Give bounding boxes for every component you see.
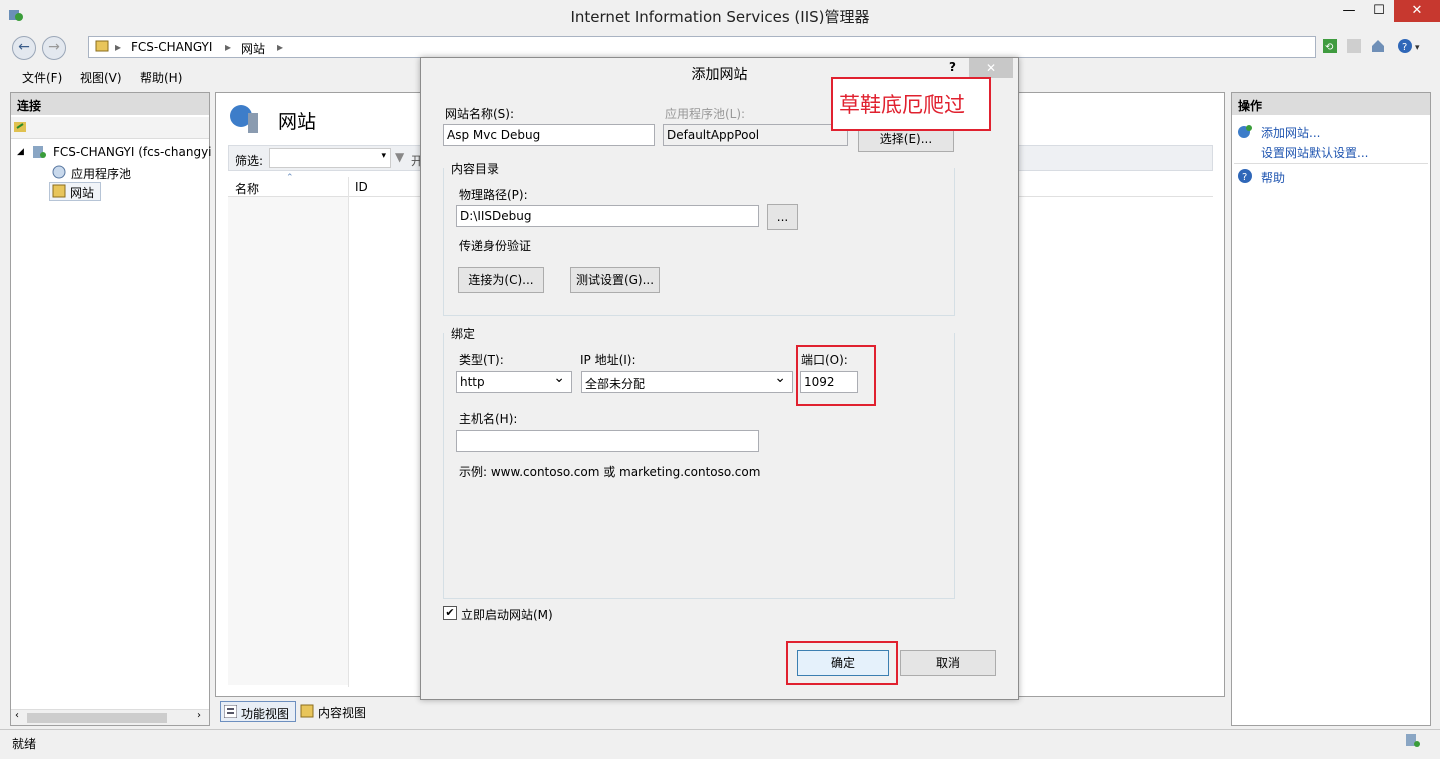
tab-content-view-label: 内容视图 bbox=[318, 706, 367, 720]
actions-panel: 操作 添加网站... 设置网站默认设置... ? 帮助 bbox=[1231, 92, 1431, 726]
sites-table-body bbox=[228, 197, 348, 685]
help-dropdown-icon[interactable]: ? ▾ bbox=[1396, 37, 1424, 58]
app-pool-field: DefaultAppPool bbox=[663, 124, 848, 146]
column-name[interactable]: 名称 bbox=[235, 180, 259, 197]
breadcrumb-separator-icon: ▸ bbox=[115, 40, 122, 54]
tree-item-app-pools[interactable]: 应用程序池 bbox=[71, 165, 131, 182]
dialog-help-button[interactable]: ? bbox=[949, 60, 956, 74]
connections-header: 连接 bbox=[11, 93, 209, 115]
connections-toolbar bbox=[11, 117, 209, 139]
sort-asc-icon: ⌃ bbox=[286, 173, 294, 183]
port-input[interactable]: 1092 bbox=[800, 371, 858, 393]
tree-expand-icon[interactable]: ◢ bbox=[17, 147, 24, 157]
start-now-checkbox[interactable]: ✔ bbox=[443, 606, 457, 620]
maximize-button[interactable]: ☐ bbox=[1364, 0, 1394, 22]
stop-icon[interactable] bbox=[1346, 38, 1362, 57]
dialog-close-button[interactable]: ✕ bbox=[969, 58, 1013, 78]
binding-type-label: 类型(T): bbox=[459, 353, 504, 367]
annotation-box: 草鞋底厄爬过 bbox=[831, 77, 991, 131]
help-icon: ? bbox=[1237, 168, 1253, 187]
host-name-label: 主机名(H): bbox=[459, 412, 518, 426]
tab-features-view[interactable]: 功能视图 bbox=[220, 701, 296, 722]
actions-divider bbox=[1234, 163, 1428, 164]
breadcrumb-item-sites[interactable]: 网站 bbox=[241, 40, 265, 57]
scrollbar-thumb[interactable] bbox=[27, 713, 167, 723]
binding-type-select[interactable]: http bbox=[456, 370, 572, 393]
server-icon bbox=[31, 144, 47, 163]
status-server-icon bbox=[1404, 733, 1422, 752]
physical-path-label: 物理路径(P): bbox=[459, 188, 528, 202]
add-site-dialog: 添加网站 ? ✕ 网站名称(S): Asp Mvc Debug 应用程序池(L)… bbox=[420, 57, 1019, 700]
ok-button[interactable]: 确定 bbox=[797, 650, 889, 676]
sites-icon bbox=[52, 184, 66, 201]
action-help[interactable]: 帮助 bbox=[1261, 169, 1285, 186]
minimize-button[interactable]: — bbox=[1334, 0, 1364, 22]
content-view-icon bbox=[300, 704, 314, 721]
app-pool-icon bbox=[51, 164, 67, 183]
close-button[interactable]: ✕ bbox=[1394, 0, 1440, 22]
host-name-input[interactable] bbox=[456, 430, 759, 452]
action-add-site[interactable]: 添加网站... bbox=[1261, 124, 1320, 141]
status-bar: 就绪 bbox=[0, 729, 1440, 759]
annotation-text: 草鞋底厄爬过 bbox=[839, 93, 965, 117]
pass-through-auth-label: 传递身份验证 bbox=[459, 239, 532, 253]
action-site-defaults[interactable]: 设置网站默认设置... bbox=[1261, 144, 1368, 161]
filter-dropdown-icon[interactable]: ▾ bbox=[381, 151, 386, 161]
title-bar: Internet Information Services (IIS)管理器 —… bbox=[0, 0, 1440, 32]
server-icon bbox=[95, 39, 109, 56]
ip-address-select[interactable]: 全部未分配 bbox=[581, 370, 793, 393]
connections-panel: 连接 ◢ FCS-CHANGYI (fcs-changyi 应用程序池 网站 ‹… bbox=[10, 92, 212, 726]
browse-path-button[interactable]: ... bbox=[767, 204, 798, 230]
site-name-input[interactable]: Asp Mvc Debug bbox=[443, 124, 655, 146]
breadcrumb-item-server[interactable]: FCS-CHANGYI bbox=[131, 40, 212, 54]
svg-text:▾: ▾ bbox=[1415, 43, 1420, 53]
window-title: Internet Information Services (IIS)管理器 bbox=[570, 8, 870, 26]
test-settings-button[interactable]: 测试设置(G)... bbox=[570, 267, 660, 293]
tab-content-view[interactable]: 内容视图 bbox=[299, 701, 371, 722]
page-title: 网站 bbox=[278, 111, 317, 133]
tree-item-sites-label: 网站 bbox=[70, 186, 95, 200]
actions-header: 操作 bbox=[1232, 93, 1430, 115]
port-label: 端口(O): bbox=[801, 353, 848, 367]
scroll-right-icon[interactable]: › bbox=[197, 710, 201, 721]
sites-globe-icon bbox=[228, 103, 260, 138]
svg-text:?: ? bbox=[1242, 172, 1247, 183]
column-divider bbox=[348, 177, 349, 687]
filter-input[interactable]: ▾ bbox=[269, 148, 391, 168]
tree-item-server[interactable]: FCS-CHANGYI (fcs-changyi bbox=[53, 145, 212, 159]
start-now-label[interactable]: 立即启动网站(M) bbox=[461, 606, 553, 623]
features-view-icon bbox=[223, 704, 238, 721]
connect-icon[interactable] bbox=[13, 120, 27, 137]
column-id[interactable]: ID bbox=[355, 180, 368, 194]
ip-address-label: IP 地址(I): bbox=[580, 353, 636, 367]
cancel-button[interactable]: 取消 bbox=[900, 650, 996, 676]
refresh-icon[interactable]: ⟲ bbox=[1322, 38, 1338, 57]
menu-file[interactable]: 文件(F) bbox=[22, 69, 62, 86]
app-pool-label: 应用程序池(L): bbox=[665, 107, 746, 121]
physical-path-input[interactable]: D:\IISDebug bbox=[456, 205, 759, 227]
filter-go-icon[interactable]: ▼ bbox=[395, 150, 404, 164]
add-site-icon bbox=[1237, 124, 1253, 143]
filter-label: 筛选: bbox=[235, 154, 264, 168]
home-icon[interactable] bbox=[1370, 38, 1386, 57]
breadcrumb-separator-icon: ▸ bbox=[225, 40, 232, 54]
address-bar[interactable]: ▸ FCS-CHANGYI ▸ 网站 ▸ bbox=[88, 36, 1316, 58]
back-button[interactable]: ← bbox=[12, 36, 36, 60]
svg-text:?: ? bbox=[1402, 42, 1407, 53]
breadcrumb-separator-icon: ▸ bbox=[277, 40, 284, 54]
status-text: 就绪 bbox=[12, 737, 37, 751]
forward-button[interactable]: → bbox=[42, 36, 66, 60]
svg-text:⟲: ⟲ bbox=[1325, 42, 1334, 53]
menu-view[interactable]: 视图(V) bbox=[80, 69, 122, 86]
tree-item-sites-selected[interactable]: 网站 bbox=[49, 182, 101, 201]
menu-help[interactable]: 帮助(H) bbox=[140, 69, 182, 86]
site-name-label: 网站名称(S): bbox=[445, 107, 515, 121]
tab-features-view-label: 功能视图 bbox=[241, 707, 290, 721]
connect-as-button[interactable]: 连接为(C)... bbox=[458, 267, 544, 293]
horizontal-scrollbar[interactable]: ‹ › bbox=[11, 709, 209, 725]
scroll-left-icon[interactable]: ‹ bbox=[15, 710, 19, 721]
host-example-text: 示例: www.contoso.com 或 marketing.contoso.… bbox=[459, 465, 761, 479]
